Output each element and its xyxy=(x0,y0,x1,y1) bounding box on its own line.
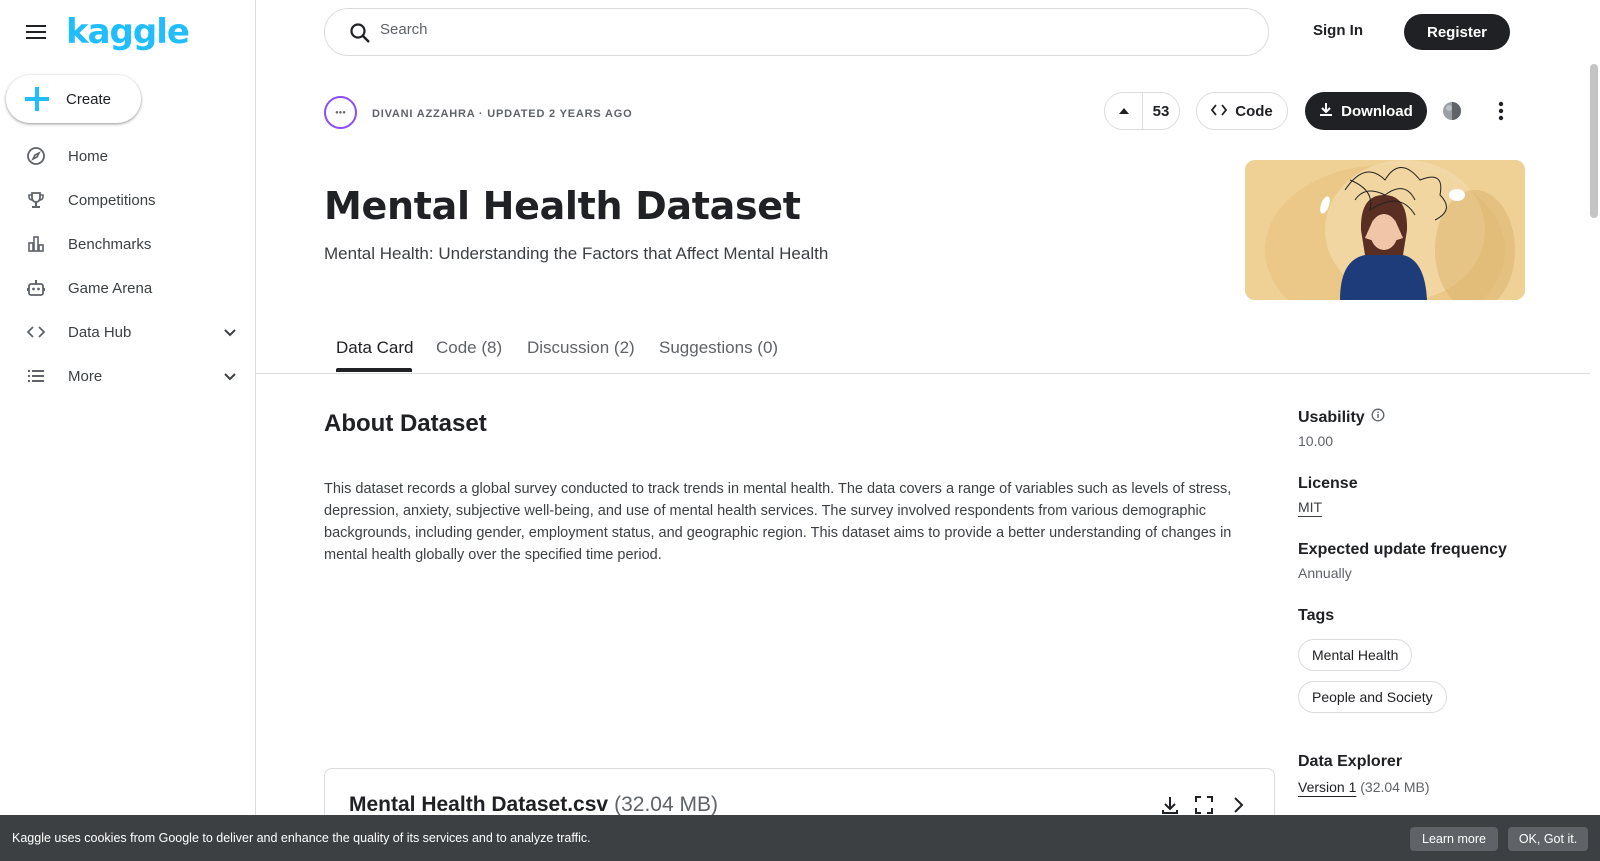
download-icon xyxy=(1319,102,1333,120)
sidebar-item-more[interactable]: More xyxy=(0,354,256,398)
sidebar-item-benchmarks[interactable]: Benchmarks xyxy=(0,222,256,266)
tab-data-card[interactable]: Data Card xyxy=(336,338,413,358)
create-label: Create xyxy=(66,90,112,108)
avatar[interactable]: ●●● xyxy=(324,96,357,129)
sidebar-item-label: Benchmarks xyxy=(68,235,152,253)
theme-toggle-icon[interactable] xyxy=(1442,101,1462,121)
compass-icon xyxy=(26,146,46,166)
scrollbar-thumb[interactable] xyxy=(1590,64,1598,218)
code-icon xyxy=(1211,103,1228,120)
kaggle-logo[interactable]: kaggle xyxy=(66,12,190,52)
active-tab-indicator xyxy=(336,368,412,372)
license-link[interactable]: MIT xyxy=(1298,499,1558,515)
chevron-down-icon[interactable] xyxy=(222,368,238,384)
list-icon xyxy=(26,366,46,386)
tab-discussion[interactable]: Discussion (2) xyxy=(527,338,635,358)
hamburger-menu-icon[interactable] xyxy=(22,20,50,44)
fullscreen-icon[interactable] xyxy=(1194,795,1214,815)
tab-code[interactable]: Code (8) xyxy=(436,338,502,358)
data-explorer-label: Data Explorer xyxy=(1298,753,1403,770)
sidebar-item-label: Data Hub xyxy=(68,323,132,341)
ok-got-it-button[interactable]: OK, Got it. xyxy=(1508,827,1588,851)
sidebar-item-competitions[interactable]: Competitions xyxy=(0,178,256,222)
sidebar-item-home[interactable]: Home xyxy=(0,134,256,178)
version-link[interactable]: Version 1 xyxy=(1298,779,1356,795)
search-input[interactable] xyxy=(380,21,1200,38)
create-button[interactable]: Create xyxy=(6,75,141,123)
metadata-panel: Usability 10.00 License MIT Expected upd… xyxy=(1298,408,1558,795)
update-frequency-value: Annually xyxy=(1298,565,1352,581)
code-button-label: Code xyxy=(1235,102,1273,120)
chevron-right-icon[interactable] xyxy=(1228,795,1248,815)
tags-label: Tags xyxy=(1298,607,1335,624)
cookie-banner: Kaggle uses cookies from Google to deliv… xyxy=(0,815,1600,861)
code-button[interactable]: Code xyxy=(1196,92,1288,130)
page-subtitle: Mental Health: Understanding the Factors… xyxy=(324,244,829,263)
download-button[interactable]: Download xyxy=(1305,92,1427,130)
sidebar-nav: Home Competitions Benchmarks Game Arena … xyxy=(0,134,256,398)
file-name: Mental Health Dataset.csv xyxy=(349,793,609,816)
more-options-icon[interactable] xyxy=(1496,100,1506,122)
license-label: License xyxy=(1298,475,1358,492)
search-bar[interactable] xyxy=(324,8,1269,56)
sidebar-item-game-arena[interactable]: Game Arena xyxy=(0,266,256,310)
update-frequency-label: Expected update frequency xyxy=(1298,541,1507,558)
trophy-icon xyxy=(26,190,46,210)
sidebar: kaggle Create Home Competitions Benchmar… xyxy=(0,0,256,861)
upvote-arrow-icon[interactable] xyxy=(1105,93,1143,129)
search-icon xyxy=(349,22,371,49)
version-size: (32.04 MB) xyxy=(1360,779,1430,795)
upvote-count: 53 xyxy=(1152,102,1170,120)
download-button-label: Download xyxy=(1341,102,1413,120)
sidebar-item-label: Home xyxy=(68,147,109,165)
about-description: This dataset records a global survey con… xyxy=(324,481,1232,563)
file-size: (32.04 MB) xyxy=(614,793,718,816)
sidebar-item-label: More xyxy=(68,367,103,385)
upvote-widget: 53 xyxy=(1104,92,1180,130)
robot-icon xyxy=(26,278,46,298)
dataset-cover-image xyxy=(1245,160,1525,300)
sidebar-item-label: Competitions xyxy=(68,191,156,209)
usability-label: Usability xyxy=(1298,408,1365,426)
tab-suggestions[interactable]: Suggestions (0) xyxy=(659,338,778,358)
learn-more-button[interactable]: Learn more xyxy=(1410,827,1498,851)
about-heading: About Dataset xyxy=(324,410,487,437)
sign-in-link[interactable]: Sign In xyxy=(1313,22,1363,39)
code-icon xyxy=(26,322,46,342)
bar-chart-icon xyxy=(26,234,46,254)
tag-chip[interactable]: Mental Health xyxy=(1298,639,1413,671)
register-button[interactable]: Register xyxy=(1404,14,1510,50)
sidebar-item-label: Game Arena xyxy=(68,279,153,297)
page-title: Mental Health Dataset xyxy=(324,184,801,228)
info-icon[interactable] xyxy=(1371,408,1385,427)
tag-chip[interactable]: People and Society xyxy=(1298,681,1447,713)
sidebar-item-data-hub[interactable]: Data Hub xyxy=(0,310,256,354)
plus-icon xyxy=(24,86,50,112)
dataset-tabs: Data Card Code (8) Discussion (2) Sugges… xyxy=(256,330,1590,374)
download-icon[interactable] xyxy=(1160,795,1180,815)
owner-updated-line[interactable]: DIVANI AZZAHRA · UPDATED 2 YEARS AGO xyxy=(372,108,632,120)
usability-value: 10.00 xyxy=(1298,433,1334,449)
chevron-down-icon[interactable] xyxy=(222,324,238,340)
cookie-message: Kaggle uses cookies from Google to deliv… xyxy=(12,831,591,845)
